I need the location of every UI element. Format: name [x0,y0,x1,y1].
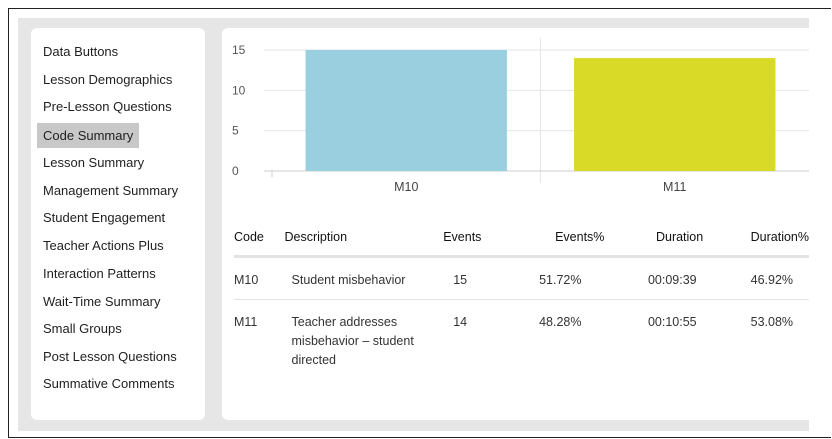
cell-duration: 00:09:39 [647,256,751,300]
header-duration-pct: Duration% [750,218,809,258]
sidebar-item-interaction-patterns[interactable]: Interaction Patterns [37,261,162,286]
header-duration: Duration [647,218,751,258]
table-row: M10 Student misbehavior 15 51.72% 00:09:… [234,256,809,300]
bar-m10 [305,50,507,171]
sidebar-item-data-buttons[interactable]: Data Buttons [37,39,124,64]
cell-duration: 00:10:55 [647,315,697,329]
sidebar-item-summative-comments[interactable]: Summative Comments [37,371,180,396]
cell-events-pct: 48.28% [539,315,582,329]
sidebar-item-student-engagement[interactable]: Student Engagement [37,205,171,230]
x-tick-label: M11 [663,180,686,194]
cell-events: 14 [453,315,468,329]
sidebar-item-post-lesson-questions[interactable]: Post Lesson Questions [37,344,183,369]
header-events: Events [443,218,540,258]
x-tick-label: M10 [394,180,418,194]
cell-duration-pct: 46.92% [750,256,809,300]
sidebar-item-pre-lesson-questions[interactable]: Pre-Lesson Questions [37,94,178,119]
cell-duration-pct: 53.08% [750,315,794,329]
y-tick-label: 15 [232,43,246,57]
y-tick-label: 0 [232,164,239,178]
table-header-row: Code Description Events Events% Duration… [234,218,809,258]
code-summary-panel: 0 5 10 15 M10 M11 Code Description Events Eve… [222,28,809,420]
sidebar-item-lesson-summary[interactable]: Lesson Summary [37,150,150,175]
header-description: Description [284,218,444,258]
y-tick-label: 10 [232,83,246,97]
header-code: Code [234,218,285,258]
sidebar-item-small-groups[interactable]: Small Groups [37,316,128,341]
sidebar-item-code-summary[interactable]: Code Summary [37,123,140,148]
report-sidebar: Data Buttons Lesson Demographics Pre-Les… [31,28,205,420]
bar-m11 [574,58,776,171]
cell-description: Student misbehavior [284,256,444,300]
y-tick-label: 5 [232,124,239,138]
cell-code: M10 [234,256,285,300]
cell-events: 15 [443,256,540,300]
cell-code: M11 [234,315,258,329]
header-events-pct: Events% [539,218,648,258]
code-summary-bar-chart: 0 5 10 15 M10 M11 [232,38,809,194]
sidebar-item-management-summary[interactable]: Management Summary [37,178,184,203]
sidebar-item-wait-time-summary[interactable]: Wait-Time Summary [37,289,166,314]
sidebar-item-teacher-actions-plus[interactable]: Teacher Actions Plus [37,233,170,258]
sidebar-item-lesson-demographics[interactable]: Lesson Demographics [37,67,178,92]
cell-description: Teacher addresses misbehavior – student … [291,315,414,367]
cell-events-pct: 51.72% [539,256,648,300]
code-summary-table: Code Description Events Events% Duration… [234,218,809,373]
table-row: M11 Teacher addresses misbehavior – stud… [234,300,809,374]
